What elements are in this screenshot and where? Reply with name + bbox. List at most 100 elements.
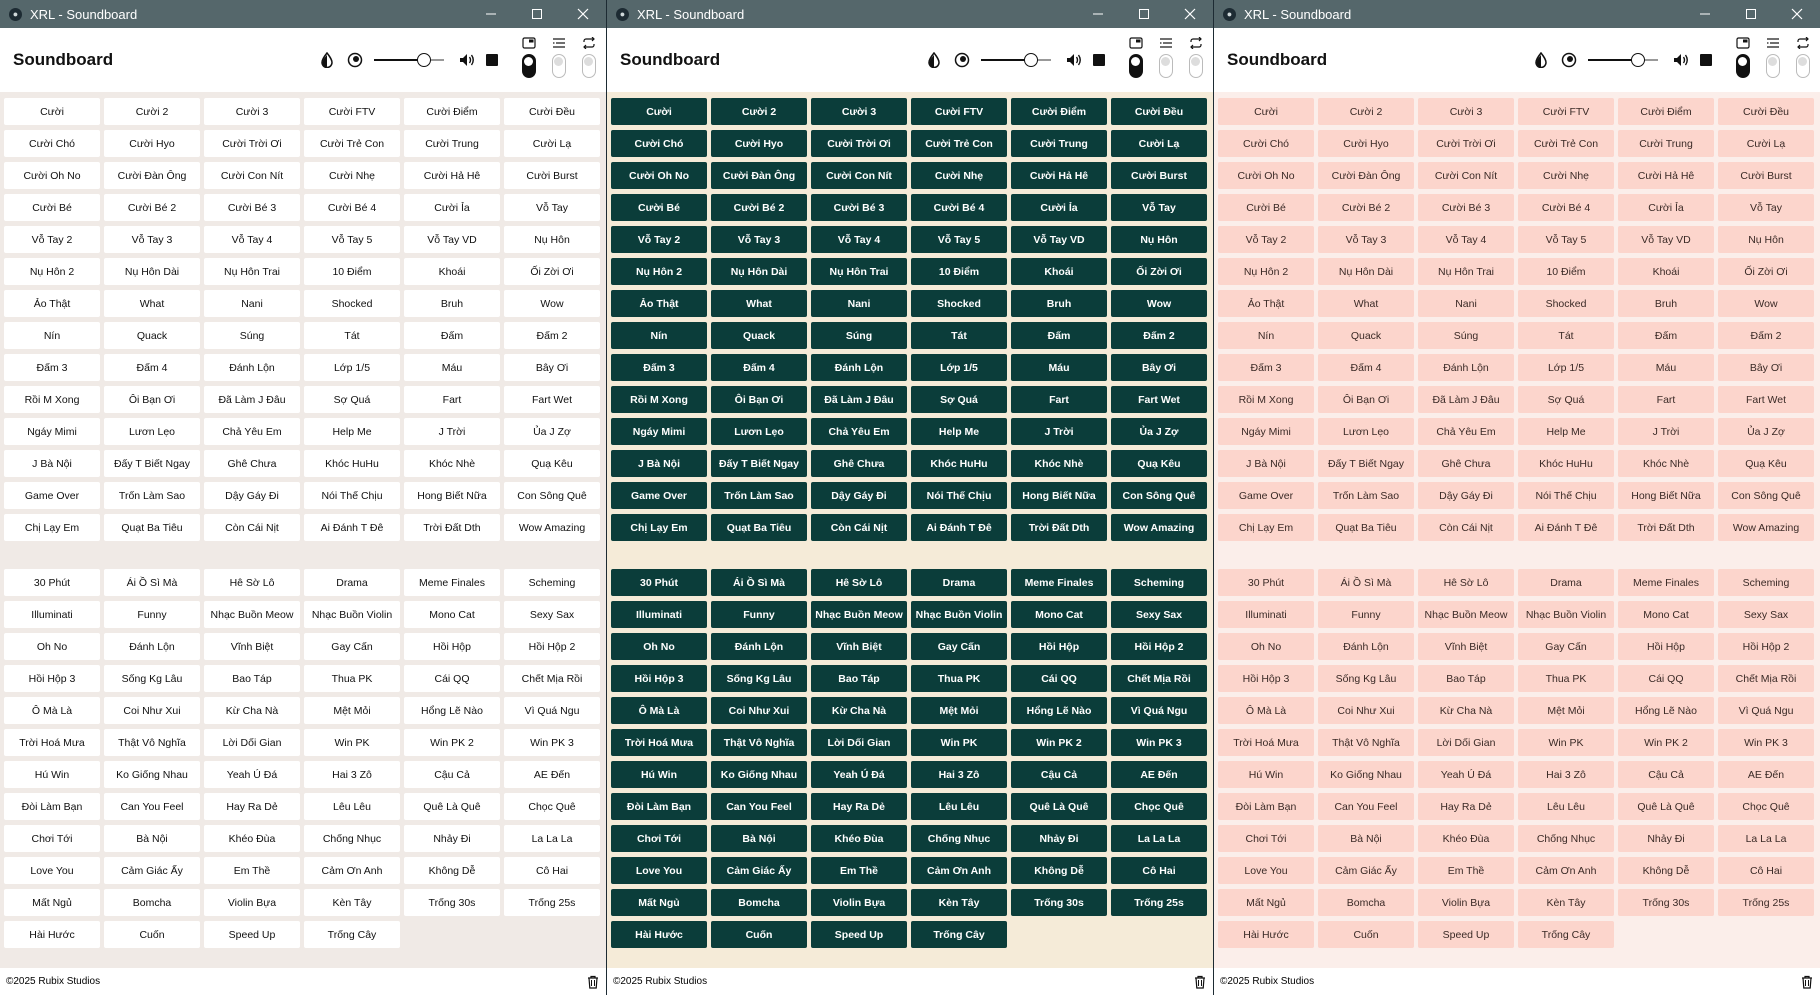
sound-button[interactable]: Nụ Hôn Trai [204,258,300,285]
sound-button[interactable]: Cười Trẻ Con [304,130,400,157]
sound-button[interactable]: Cái QQ [1618,665,1714,692]
sound-button[interactable]: Hê Sờ Lô [204,569,300,596]
sound-button[interactable]: Cuốn [104,921,200,948]
sound-button[interactable]: Kèn Tây [1518,889,1614,916]
sound-button[interactable]: Vỗ Tay 3 [711,226,807,253]
sound-button[interactable]: Sexy Sax [1718,601,1814,628]
sound-button[interactable]: Win PK 2 [1011,729,1107,756]
sound-button[interactable]: Game Over [4,482,100,509]
sound-button[interactable]: Bà Nội [104,825,200,852]
sound-button[interactable]: Sợ Quá [1518,386,1614,413]
sound-button[interactable]: Rồi M Xong [611,386,707,413]
sound-button[interactable]: Shocked [911,290,1007,317]
sound-button[interactable]: Lêu Lêu [1518,793,1614,820]
sound-button[interactable]: Khéo Đùa [204,825,300,852]
sound-button[interactable]: Hồi Hộp 2 [504,633,600,660]
sound-button[interactable]: Khóc Nhè [1011,450,1107,477]
sound-button[interactable]: Bây Ơi [504,354,600,381]
sound-button[interactable]: Oh No [1218,633,1314,660]
sound-button[interactable]: Cười Điểm [404,98,500,125]
sound-button[interactable]: Cười Bé 2 [104,194,200,221]
sound-button[interactable]: Nụ Hôn Dài [711,258,807,285]
sound-button[interactable]: Cười Đàn Ông [1318,162,1414,189]
sound-button[interactable]: Violin Bựa [1418,889,1514,916]
sound-button[interactable]: Lớp 1/5 [1518,354,1614,381]
sound-button[interactable]: Ghê Chưa [204,450,300,477]
sound-button[interactable]: Bruh [1618,290,1714,317]
sound-button[interactable]: Lươn Lẹo [1318,418,1414,445]
sound-button[interactable]: Cười [4,98,100,125]
sound-button[interactable]: Cười Con Nít [204,162,300,189]
sound-button[interactable]: Mono Cat [1618,601,1714,628]
sound-button[interactable]: Cười Con Nít [1418,162,1514,189]
sound-button[interactable]: Quạt Ba Tiêu [1318,514,1414,541]
sound-button[interactable]: Cười Hả Hê [1618,162,1714,189]
sound-button[interactable]: Đấm [1618,322,1714,349]
sound-button[interactable]: Hồi Hộp 3 [4,665,100,692]
sound-button[interactable]: Game Over [611,482,707,509]
sound-button[interactable]: Scheming [504,569,600,596]
sound-button[interactable]: Cuốn [711,921,807,948]
sound-button[interactable]: Nụ Hôn Dài [104,258,200,285]
sound-button[interactable]: Lươn Lẹo [104,418,200,445]
sound-button[interactable]: Cười Đều [504,98,600,125]
sound-button[interactable]: Hồi Hộp [404,633,500,660]
volume-thumb[interactable] [1024,53,1039,67]
sound-button[interactable]: Trời Đất Dth [404,514,500,541]
sound-button[interactable]: Mono Cat [1011,601,1107,628]
sound-button[interactable]: Không Dễ [1011,857,1107,884]
pip-toggle[interactable] [1736,54,1750,78]
sound-button[interactable]: Quạt Ba Tiêu [104,514,200,541]
sound-button[interactable]: Can You Feel [104,793,200,820]
sound-button[interactable]: Cười Bé 4 [304,194,400,221]
volume-thumb[interactable] [417,53,432,67]
sound-button[interactable]: Chả Yêu Em [811,418,907,445]
sound-button[interactable]: Ái Ồ Sì Mà [104,569,200,596]
sound-button[interactable]: Vỗ Tay 2 [4,226,100,253]
sound-button[interactable]: Hong Biết Nữa [1011,482,1107,509]
sound-button[interactable]: Vỗ Tay 3 [104,226,200,253]
sound-button[interactable]: Cười Trời Ơi [811,130,907,157]
sound-button[interactable]: Win PK 2 [404,729,500,756]
sound-button[interactable]: Cô Hai [1718,857,1814,884]
sound-button[interactable]: Quack [104,322,200,349]
sound-button[interactable]: Chết Mịa Rồi [1718,665,1814,692]
sound-button[interactable]: Quạt Ba Tiêu [711,514,807,541]
sound-button[interactable]: Chống Nhục [304,825,400,852]
sound-button[interactable]: Trống 25s [504,889,600,916]
sound-button[interactable]: Cười Hyo [711,130,807,157]
sound-button[interactable]: Nín [611,322,707,349]
sound-button[interactable]: Hài Hước [4,921,100,948]
sound-button[interactable]: Win PK [911,729,1007,756]
sound-button[interactable]: Khóc Nhè [404,450,500,477]
sound-button[interactable]: Trốn Làm Sao [711,482,807,509]
sound-button[interactable]: Bây Ơi [1718,354,1814,381]
sound-button[interactable]: Nani [1418,290,1514,317]
sound-button[interactable]: Help Me [304,418,400,445]
theme-button[interactable] [318,51,336,69]
sound-button[interactable]: Nụ Hôn [504,226,600,253]
stop-button[interactable] [1093,54,1105,66]
sound-button[interactable]: Bà Nội [1318,825,1414,852]
sound-button[interactable]: Quê Là Quê [1618,793,1714,820]
sound-button[interactable]: Cười Bé 4 [911,194,1007,221]
sound-button[interactable]: Đấm 4 [711,354,807,381]
sound-button[interactable]: Nụ Hôn Dài [1318,258,1414,285]
sound-button[interactable]: Sợ Quá [911,386,1007,413]
sound-button[interactable]: Fart Wet [1718,386,1814,413]
sound-button[interactable]: Cậu Cả [1011,761,1107,788]
sound-button[interactable]: Con Sông Quê [1718,482,1814,509]
sound-button[interactable]: Khoái [1618,258,1714,285]
stop-button[interactable] [1700,54,1712,66]
maximize-button[interactable] [1121,0,1167,28]
sound-button[interactable]: Trời Đất Dth [1011,514,1107,541]
sound-button[interactable]: Đấm 2 [1718,322,1814,349]
sound-button[interactable]: Em Thề [1418,857,1514,884]
theme-button[interactable] [1532,51,1550,69]
sound-button[interactable]: 30 Phút [1218,569,1314,596]
stop-button[interactable] [486,54,498,66]
sound-button[interactable]: Nụ Hôn 2 [611,258,707,285]
sound-button[interactable]: Ối Zời Ơi [1111,258,1207,285]
title-bar[interactable]: ● XRL - Soundboard [607,0,1213,28]
mute-button[interactable] [1672,51,1690,69]
